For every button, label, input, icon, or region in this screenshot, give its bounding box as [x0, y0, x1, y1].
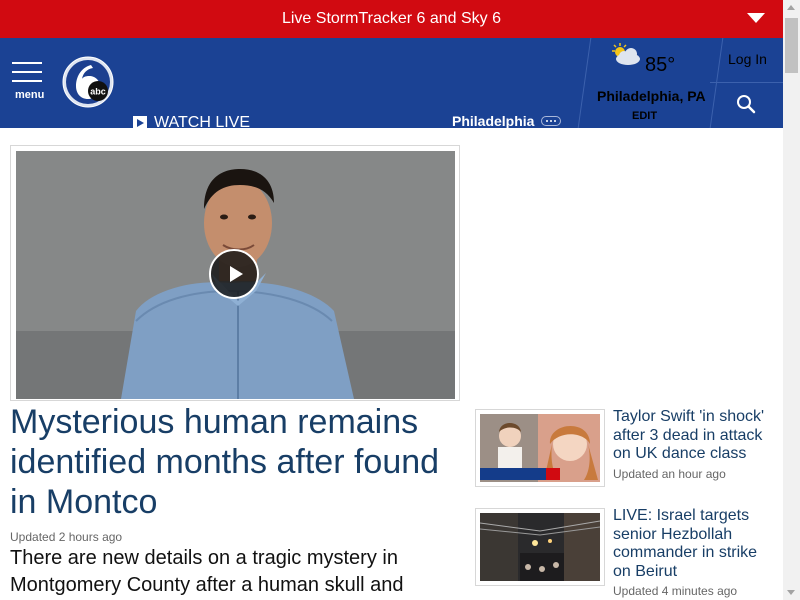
logo-text: abc — [90, 87, 106, 97]
story-title[interactable]: LIVE: Israel targets senior Hezbollah co… — [613, 507, 773, 581]
city-label: Philadelphia — [452, 113, 535, 128]
alert-banner-text[interactable]: Live StormTracker 6 and Sky 6 — [282, 10, 501, 28]
list-item[interactable]: Taylor Swift 'in shock' after 3 dead in … — [475, 408, 775, 489]
hero-video-card[interactable] — [10, 145, 460, 401]
page-scrollbar[interactable] — [783, 0, 800, 600]
story-thumbnail[interactable] — [475, 409, 605, 487]
more-options-icon[interactable] — [541, 116, 561, 126]
header-divider — [709, 38, 724, 128]
list-item[interactable]: LIVE: Israel targets senior Hezbollah co… — [475, 507, 775, 598]
hero-video-thumbnail[interactable] — [16, 151, 455, 399]
temperature[interactable]: 85° — [645, 54, 675, 77]
site-header: menu WATCH LIVE Philadelphia — [0, 38, 783, 128]
beirut-street-image — [480, 513, 600, 581]
edit-location-link[interactable]: EDIT — [632, 110, 657, 122]
weather-location[interactable]: Philadelphia, PA — [597, 88, 706, 104]
header-divider — [710, 82, 783, 83]
hero-summary[interactable]: There are new details on a tragic myster… — [10, 545, 460, 599]
scroll-up-arrow-icon[interactable] — [787, 5, 795, 10]
chevron-down-icon[interactable] — [747, 13, 765, 23]
station-logo[interactable]: abc — [62, 56, 114, 108]
hero-timestamp: Updated 2 hours ago — [10, 530, 123, 544]
search-icon[interactable] — [736, 94, 756, 114]
menu-button[interactable]: menu — [12, 60, 46, 102]
play-icon — [133, 116, 147, 128]
alert-banner[interactable]: Live StormTracker 6 and Sky 6 — [0, 0, 783, 38]
hamburger-icon[interactable] — [12, 62, 46, 82]
girls-photo-image — [480, 414, 600, 482]
logo-icon: abc — [62, 56, 114, 108]
hero-headline[interactable]: Mysterious human remains identified mont… — [10, 402, 460, 522]
watch-live-button[interactable]: WATCH LIVE — [133, 114, 250, 128]
scroll-thumb[interactable] — [785, 18, 798, 73]
scroll-down-arrow-icon[interactable] — [787, 590, 795, 595]
play-icon[interactable] — [209, 249, 259, 299]
story-thumbnail[interactable] — [475, 508, 605, 586]
city-selector[interactable]: Philadelphia — [452, 113, 534, 128]
story-timestamp: Updated an hour ago — [613, 467, 726, 481]
header-divider — [577, 38, 592, 128]
story-timestamp: Updated 4 minutes ago — [613, 584, 738, 598]
watch-live-label: WATCH LIVE — [154, 114, 251, 128]
partly-sunny-icon — [608, 42, 642, 68]
menu-label: menu — [15, 89, 45, 101]
story-title[interactable]: Taylor Swift 'in shock' after 3 dead in … — [613, 408, 773, 464]
login-link[interactable]: Log In — [728, 51, 767, 67]
